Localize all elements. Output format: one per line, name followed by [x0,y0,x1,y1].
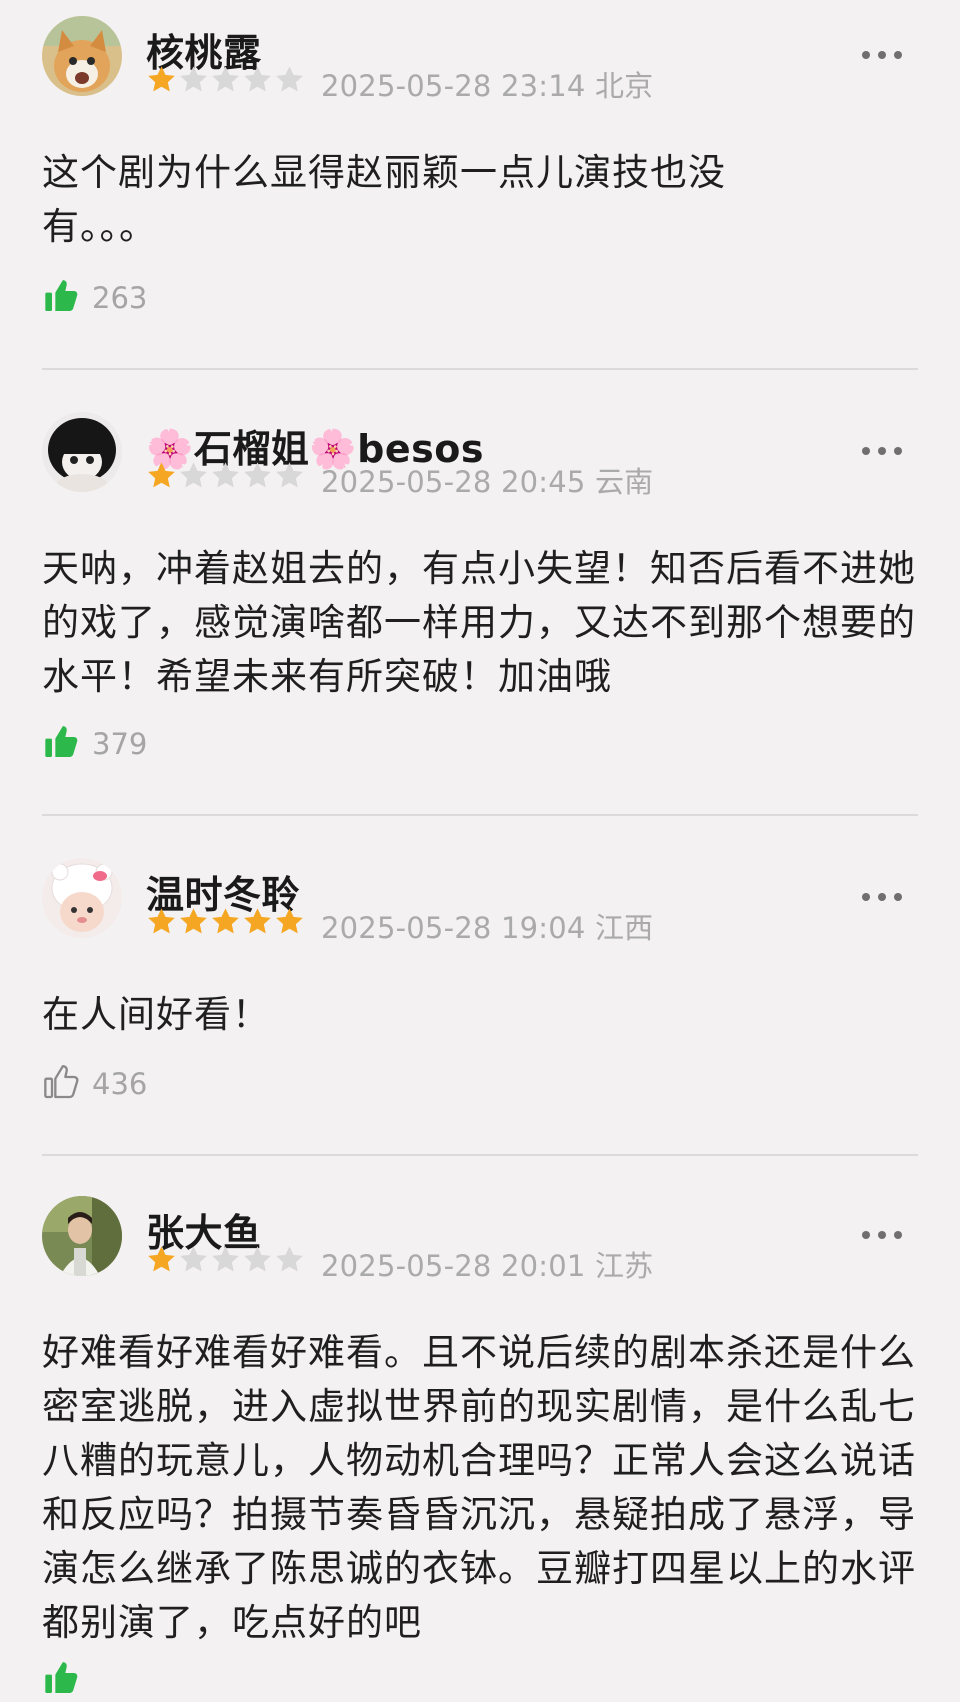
hello-kitty-hat-avatar-image [42,858,122,938]
orange-cat-avatar-image [42,16,122,96]
review-text: 好难看好难看好难看。且不说后续的剧本杀还是什么密室逃脱，进入虚拟世界前的现实剧情… [42,1331,916,1644]
review-location: 北京 [594,69,654,103]
more-options-button[interactable] [862,51,902,59]
star-icon [242,460,273,491]
star-icon [146,1244,177,1275]
ellipsis-icon [862,447,870,455]
ellipsis-icon [862,893,870,901]
review-datetime: 2025-05-28 20:01 [321,1249,586,1283]
like-button[interactable]: 263 [42,276,147,320]
review-item: 核桃露 2025-05-28 23:14 北京 这个剧为什么显得赵丽颖一点儿演技… [0,0,960,370]
black-hair-doll-avatar-image [42,412,122,492]
star-icon [210,1244,241,1275]
star-icon [242,906,273,937]
avatar[interactable] [42,16,122,96]
star-icon [178,460,209,491]
star-icon [146,64,177,95]
review-feed: 核桃露 2025-05-28 23:14 北京 这个剧为什么显得赵丽颖一点儿演技… [0,0,960,1693]
star-icon [242,64,273,95]
man-photo-avatar-image [42,1196,122,1276]
thumbs-up-icon [42,1062,82,1106]
star-icon [178,1244,209,1275]
review-datetime: 2025-05-28 20:45 [321,465,586,499]
review-meta: 2025-05-28 23:14 北京 [321,63,653,105]
divider [42,814,918,816]
more-options-button[interactable] [862,1231,902,1239]
star-icon [146,460,177,491]
review-datetime: 2025-05-28 19:04 [321,911,586,945]
star-icon [146,906,177,937]
divider [42,368,918,370]
star-rating [146,906,305,938]
star-icon [274,1244,305,1275]
like-button[interactable]: 379 [42,722,147,766]
review-meta: 2025-05-28 20:45 云南 [321,459,653,501]
review-meta: 2025-05-28 19:04 江西 [321,905,653,947]
like-button[interactable]: 436 [42,1062,147,1106]
star-icon [274,906,305,937]
star-icon [274,460,305,491]
more-options-button[interactable] [862,447,902,455]
ellipsis-icon [862,51,870,59]
review-location: 江西 [594,911,654,945]
star-rating [146,460,305,492]
like-count: 379 [92,727,148,761]
ellipsis-icon [862,1231,870,1239]
star-icon [274,64,305,95]
more-options-button[interactable] [862,893,902,901]
thumbs-up-icon [42,722,82,766]
like-button[interactable] [42,1658,92,1702]
review-text: 这个剧为什么显得赵丽颖一点儿演技也没有。。。 [42,151,726,248]
review-item: 温时冬聆 2025-05-28 19:04 江西 在人间好看！ 436 [0,846,960,1156]
like-count: 263 [92,281,148,315]
review-text: 天呐，冲着赵姐去的，有点小失望！知否后看不进她的戏了，感觉演啥都一样用力，又达不… [42,547,916,698]
star-icon [210,460,241,491]
star-icon [178,906,209,937]
review-item: 张大鱼 2025-05-28 20:01 江苏 好难看好难看好难看。且不说后续的… [0,1186,960,1693]
divider [42,1154,918,1156]
review-location: 江苏 [594,1249,654,1283]
star-icon [210,64,241,95]
review-text: 在人间好看！ [42,993,270,1036]
like-count: 436 [92,1067,148,1101]
star-rating [146,64,305,96]
thumbs-up-icon [42,276,82,320]
avatar[interactable] [42,412,122,492]
review-location: 云南 [594,465,654,499]
star-icon [242,1244,273,1275]
review-item: 🌸石榴姐🌸besos 2025-05-28 20:45 云南 天呐，冲着赵姐去的… [0,400,960,816]
avatar[interactable] [42,1196,122,1276]
review-datetime: 2025-05-28 23:14 [321,69,586,103]
star-icon [178,64,209,95]
review-meta: 2025-05-28 20:01 江苏 [321,1243,653,1285]
thumbs-up-icon [42,1658,82,1702]
star-icon [210,906,241,937]
avatar[interactable] [42,858,122,938]
star-rating [146,1244,305,1276]
